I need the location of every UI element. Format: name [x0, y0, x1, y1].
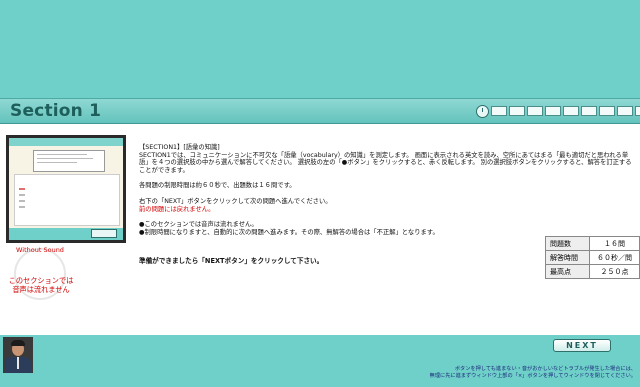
table-row: 最高点 ２５０点 [545, 264, 640, 279]
no-return-warning: 前の問題には戻れません。 [139, 205, 215, 213]
question-nav-button[interactable] [491, 106, 507, 116]
without-sound-label: Without Sound [16, 246, 64, 254]
stat-value: ２５０点 [589, 264, 640, 279]
description-heading: 【SECTION1】[語彙の知識] [139, 144, 220, 151]
page-title: Section 1 [10, 101, 102, 121]
table-row: 解答時間 ６０秒／問 [545, 250, 640, 265]
trouble-note: ボタンを押しても進まない・音がおかしいなどトラブルが発生した場合には、 無理に先… [429, 366, 636, 379]
sample-screen-thumbnail [6, 135, 126, 243]
question-nav-button[interactable] [527, 106, 543, 116]
ready-instruction: 準備ができましたら「NEXTボタン」をクリックして下さい。 [139, 257, 324, 265]
question-nav-button[interactable] [545, 106, 561, 116]
stat-label: 最高点 [545, 264, 590, 279]
stat-label: 解答時間 [545, 250, 590, 265]
question-nav-button[interactable] [581, 106, 597, 116]
question-nav-button[interactable] [599, 106, 615, 116]
description-paragraph: 各問題の制限時間は約６０秒で、出題数は１６問です。 [139, 182, 296, 190]
question-nav-button[interactable] [617, 106, 633, 116]
section-stats-table: 問題数 １６問 解答時間 ６０秒／問 最高点 ２５０点 [545, 236, 640, 279]
description-paragraph: 右下の「NEXT」ボタンをクリックして次の問題へ進んでください。 [139, 197, 332, 205]
top-band [0, 0, 640, 98]
next-button[interactable]: NEXT [553, 339, 611, 352]
question-nav-button[interactable] [563, 106, 579, 116]
section-description: 【SECTION1】[語彙の知識] SECTION1では、コミュニケーションに不… [139, 144, 634, 236]
without-sound-indicator: Without Sound このセクションでは 音声は流れません [6, 244, 76, 306]
description-paragraph: SECTION1では、コミュニケーションに不可欠な「語彙（vocabulary）… [139, 151, 632, 174]
no-audio-notice: このセクションでは 音声は流れません [8, 276, 74, 294]
presenter-avatar [3, 337, 33, 373]
question-nav-button[interactable] [635, 106, 640, 116]
table-row: 問題数 １６問 [545, 236, 640, 251]
clock-icon [476, 104, 489, 118]
description-note: ●このセクションでは音声は流れません。 [139, 221, 258, 229]
question-nav-button[interactable] [509, 106, 525, 116]
question-navigation [476, 104, 640, 118]
stat-value: ６０秒／問 [589, 250, 640, 265]
stat-label: 問題数 [545, 236, 590, 251]
stat-value: １６問 [589, 236, 640, 251]
